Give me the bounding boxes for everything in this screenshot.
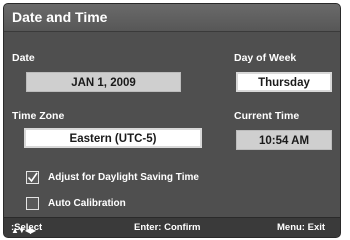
- menu-hint: Menu: Exit: [277, 222, 326, 233]
- navigate-arrows-icon: ▲▼◀▶: [11, 226, 36, 235]
- current-time-label: Current Time: [234, 110, 300, 122]
- dialog-title: Date and Time: [12, 9, 108, 25]
- time-zone-label: Time Zone: [12, 110, 65, 122]
- title-bar: Date and Time: [4, 4, 340, 32]
- date-field[interactable]: JAN 1, 2009: [26, 72, 181, 92]
- checkmark-icon: [27, 172, 38, 183]
- current-time-field[interactable]: 10:54 AM: [236, 130, 332, 150]
- time-zone-field[interactable]: Eastern (UTC-5): [24, 128, 202, 148]
- day-of-week-label: Day of Week: [234, 52, 297, 64]
- auto-calibration-checkbox[interactable]: [26, 197, 39, 210]
- date-time-dialog: Date and Time Date JAN 1, 2009 Day of We…: [3, 3, 341, 238]
- daylight-saving-label: Adjust for Daylight Saving Time: [48, 172, 199, 183]
- daylight-saving-checkbox[interactable]: [26, 171, 39, 184]
- auto-calibration-label: Auto Calibration: [48, 198, 126, 209]
- footer-bar: ▲▼◀▶:Select Enter: Confirm Menu: Exit: [4, 217, 340, 237]
- enter-hint: Enter: Confirm: [134, 222, 201, 233]
- date-label: Date: [12, 52, 35, 64]
- navigate-hint: ▲▼◀▶:Select: [11, 222, 42, 235]
- day-of-week-field: Thursday: [236, 72, 332, 92]
